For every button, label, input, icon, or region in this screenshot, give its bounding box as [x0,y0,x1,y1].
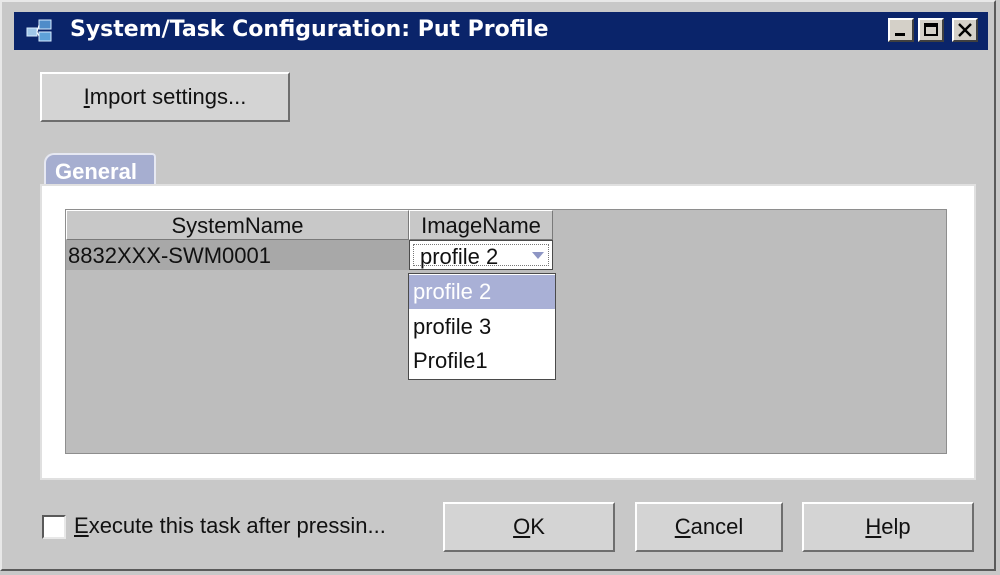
column-header-systemname[interactable]: SystemName [66,210,409,240]
tab-general-label: General [55,159,137,184]
help-label: Help [865,514,911,539]
close-icon [958,23,972,37]
dialog-window: System/Task Configuration: Put Profile I… [0,0,996,571]
title-bar[interactable]: System/Task Configuration: Put Profile [14,12,988,50]
image-name-value: profile 2 [420,244,499,269]
dropdown-option-profile-3[interactable]: profile 3 [409,310,555,344]
ok-button[interactable]: OK [443,502,615,552]
maximize-button[interactable] [918,18,944,42]
minimize-button[interactable] [888,18,914,42]
column-header-imagename[interactable]: ImageName [409,210,553,240]
cancel-button[interactable]: Cancel [635,502,783,552]
help-button[interactable]: Help [802,502,974,552]
close-button[interactable] [952,18,978,42]
execute-task-checkbox[interactable] [42,515,66,539]
table-row[interactable]: 8832XXX-SWM0001 [66,240,409,270]
image-name-combo[interactable]: profile 2 [409,240,553,270]
chevron-down-icon[interactable] [531,251,545,261]
execute-task-label[interactable]: Execute this task after pressin... [74,513,386,539]
minimize-icon [895,33,905,36]
import-settings-button[interactable]: Import settings... [40,72,290,122]
cancel-label: Cancel [674,514,744,539]
window-title: System/Task Configuration: Put Profile [70,17,549,42]
system-name-cell: 8832XXX-SWM0001 [68,243,271,268]
ok-label: OK [513,514,545,539]
app-icon [26,19,52,42]
image-name-dropdown-list: profile 2 profile 3 Profile1 [408,273,556,380]
dropdown-option-profile1[interactable]: Profile1 [409,344,555,378]
dropdown-option-profile-2[interactable]: profile 2 [409,275,555,309]
maximize-icon [924,23,938,36]
import-settings-label: Import settings... [83,84,247,109]
